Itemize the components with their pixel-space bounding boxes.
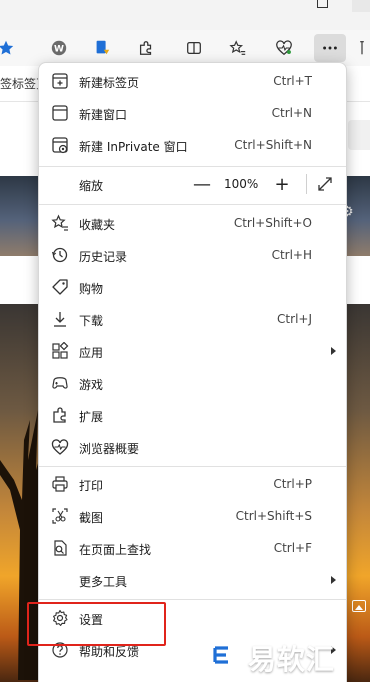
menu-label: 浏览器概要 (79, 442, 140, 456)
heart-pulse-icon (51, 438, 69, 456)
heart-pulse-icon (276, 40, 292, 56)
menu-label: 更多工具 (79, 575, 128, 589)
menu-history[interactable]: 历史记录 Ctrl+H (39, 239, 346, 271)
menu-print[interactable]: 打印 Ctrl+P (39, 468, 346, 500)
split-screen-icon (187, 41, 201, 55)
watermark-logo (204, 640, 238, 678)
menu-shortcut: Ctrl+J (277, 312, 312, 326)
zoom-out-button[interactable]: — (189, 170, 215, 198)
star-filled-icon (0, 40, 14, 55)
inprivate-window-icon (51, 136, 69, 154)
menu-label: 历史记录 (79, 250, 128, 264)
scissors-capture-icon (51, 507, 69, 525)
menu-separator (39, 204, 346, 205)
file-download-icon (96, 40, 110, 55)
zoom-value: 100% (224, 177, 259, 191)
apps-grid-icon (51, 341, 69, 360)
menu-shortcut: Ctrl+Shift+O (233, 216, 312, 230)
watermark-text: 易软汇 (248, 643, 336, 676)
page-white-strip (0, 256, 40, 304)
watermark: 易软汇 (202, 634, 370, 682)
menu-new-inprivate-window[interactable]: 新建 InPrivate 窗口 Ctrl+Shift+N (39, 129, 346, 161)
printer-icon (51, 475, 69, 493)
submenu-arrow-icon (331, 576, 336, 584)
new-tab-icon (51, 72, 69, 90)
menu-label: 下载 (79, 314, 104, 328)
w-extension-icon: W (51, 40, 67, 56)
menu-shortcut: Ctrl+F (273, 541, 312, 555)
menu-label: 新建标签页 (79, 76, 140, 90)
menu-label: 在页面上查找 (79, 543, 152, 557)
image-info-icon[interactable] (352, 600, 366, 612)
settings-highlight-box (27, 602, 166, 646)
menu-label: 新建窗口 (79, 108, 128, 122)
settings-and-more-menu: 新建标签页 Ctrl+T 新建窗口 Ctrl+N 新建 InPrivate 窗口… (38, 62, 347, 682)
extension-w-button[interactable]: W (45, 34, 73, 62)
title-bar (0, 0, 370, 30)
menu-screenshot[interactable]: 截图 Ctrl+Shift+S (39, 500, 346, 532)
menu-more-tools[interactable]: 更多工具 (39, 564, 346, 596)
settings-and-more-button[interactable] (314, 34, 346, 62)
browser-essentials-button[interactable] (270, 34, 298, 62)
menu-shortcut: Ctrl+Shift+N (234, 138, 312, 152)
menu-games[interactable]: 游戏 (39, 367, 346, 399)
menu-label: 游戏 (79, 378, 104, 392)
menu-shortcut: Ctrl+P (273, 477, 312, 491)
zoom-divider (306, 174, 307, 194)
menu-label: 购物 (79, 282, 104, 296)
menu-new-tab[interactable]: 新建标签页 Ctrl+T (39, 65, 346, 97)
menu-label: 收藏夹 (79, 218, 116, 232)
puzzle-icon (51, 406, 69, 424)
menu-browser-essentials[interactable]: 浏览器概要 (39, 431, 346, 463)
menu-shortcut: Ctrl+H (271, 248, 312, 262)
menu-new-window[interactable]: 新建窗口 Ctrl+N (39, 97, 346, 129)
menu-zoom-row: 缩放 — 100% + (39, 168, 346, 200)
close-window-button[interactable] (352, 0, 370, 12)
split-screen-button[interactable] (180, 34, 208, 62)
more-horizontal-icon (323, 46, 337, 50)
sidebar-icon (360, 41, 364, 55)
restore-window-button[interactable] (312, 0, 334, 12)
page-white-strip-right (345, 256, 370, 304)
fullscreen-button[interactable] (315, 175, 335, 193)
menu-label: 扩展 (79, 410, 104, 424)
games-icon (51, 374, 69, 392)
menu-downloads[interactable]: 下载 Ctrl+J (39, 303, 346, 335)
menu-separator (39, 166, 346, 167)
menu-separator (39, 599, 346, 600)
extension-download-button[interactable] (88, 34, 116, 62)
submenu-arrow-icon (331, 347, 336, 355)
menu-shortcut: Ctrl+T (273, 74, 312, 88)
page-side-pill (348, 120, 370, 150)
menu-find-on-page[interactable]: 在页面上查找 Ctrl+F (39, 532, 346, 564)
menu-separator (39, 466, 346, 467)
browser-toolbar: W (0, 30, 370, 66)
menu-favorites[interactable]: 收藏夹 Ctrl+Shift+O (39, 207, 346, 239)
favorites-star-icon (51, 214, 69, 232)
menu-shortcut: Ctrl+Shift+S (235, 509, 312, 523)
menu-shopping[interactable]: 购物 (39, 271, 346, 303)
menu-label: 截图 (79, 511, 104, 525)
menu-apps[interactable]: 应用 (39, 335, 346, 367)
history-clock-icon (51, 246, 69, 264)
menu-extensions[interactable]: 扩展 (39, 399, 346, 431)
star-list-icon (229, 40, 246, 55)
menu-label: 应用 (79, 346, 104, 360)
shopping-tag-icon (51, 278, 69, 296)
fullscreen-icon (318, 177, 332, 191)
extensions-button[interactable] (132, 34, 160, 62)
download-arrow-icon (51, 310, 69, 328)
menu-label: 打印 (79, 479, 104, 493)
menu-shortcut: Ctrl+N (271, 106, 312, 120)
svg-text:W: W (54, 45, 64, 55)
puzzle-icon (139, 41, 152, 55)
sidebar-toggle-button[interactable] (352, 34, 370, 62)
new-window-icon (51, 104, 69, 122)
favorite-star-button[interactable] (0, 34, 20, 62)
menu-label: 新建 InPrivate 窗口 (79, 140, 188, 154)
zoom-in-button[interactable]: + (269, 170, 295, 198)
favorites-button[interactable] (224, 34, 252, 62)
find-page-icon (51, 539, 69, 557)
zoom-label: 缩放 (79, 179, 104, 193)
